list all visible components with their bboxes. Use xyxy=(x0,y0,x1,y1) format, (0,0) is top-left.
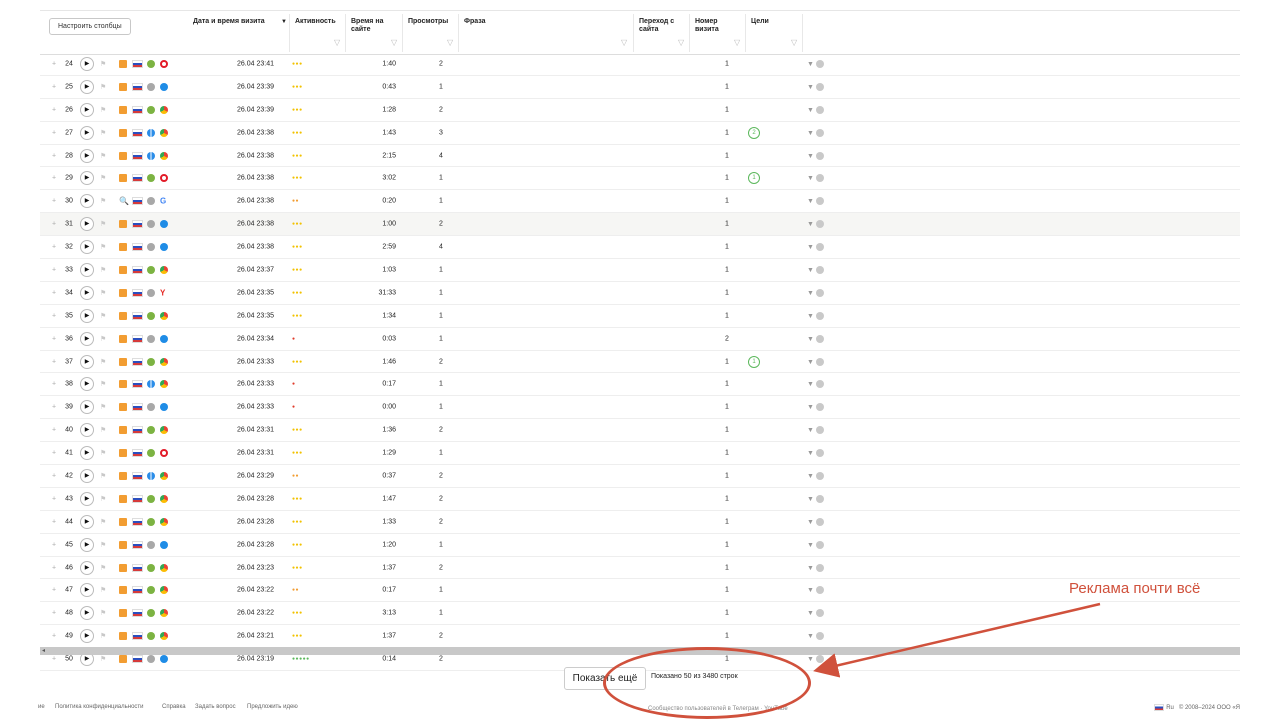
annotation-text: Реклама почти всё xyxy=(1069,580,1201,597)
annotation-arrow xyxy=(813,602,1101,678)
